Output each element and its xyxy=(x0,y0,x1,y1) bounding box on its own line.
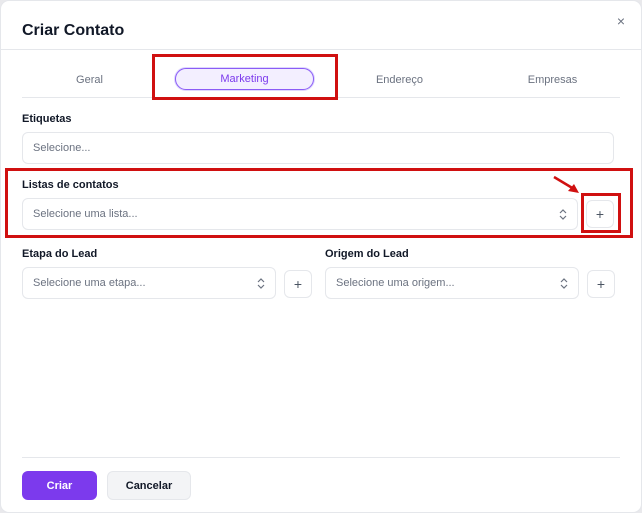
chevron-up-down-icon xyxy=(257,277,265,290)
plus-icon: + xyxy=(596,276,606,292)
listas-select[interactable]: Selecione uma lista... xyxy=(22,198,578,230)
add-list-button[interactable]: + xyxy=(586,200,614,228)
origem-placeholder: Selecione uma origem... xyxy=(336,277,455,289)
annotation-arrow-icon xyxy=(553,175,579,193)
tab-marketing[interactable]: Marketing xyxy=(175,68,314,90)
chevron-up-down-icon xyxy=(560,277,568,290)
create-button[interactable]: Criar xyxy=(22,471,97,500)
create-contact-dialog: × Criar Contato Geral Marketing Endereço… xyxy=(1,1,641,512)
listas-label: Listas de contatos xyxy=(22,179,119,191)
etapa-placeholder: Selecione uma etapa... xyxy=(33,277,146,289)
etiquetas-label: Etiquetas xyxy=(22,113,72,125)
listas-placeholder: Selecione uma lista... xyxy=(33,208,138,220)
add-origem-button[interactable]: + xyxy=(587,270,615,298)
plus-icon: + xyxy=(293,276,303,292)
tab-empresas[interactable]: Empresas xyxy=(485,69,620,91)
etiquetas-select[interactable]: Selecione... xyxy=(22,132,614,164)
origem-select[interactable]: Selecione uma origem... xyxy=(325,267,579,299)
cancel-button[interactable]: Cancelar xyxy=(107,471,191,500)
tab-endereco[interactable]: Endereço xyxy=(332,69,467,91)
close-icon[interactable]: × xyxy=(613,13,629,29)
tab-geral[interactable]: Geral xyxy=(22,69,157,91)
footer-divider xyxy=(22,457,620,458)
tab-bar: Geral Marketing Endereço Empresas xyxy=(22,61,620,97)
add-etapa-button[interactable]: + xyxy=(284,270,312,298)
tabs-divider xyxy=(22,97,620,98)
origem-label: Origem do Lead xyxy=(325,248,409,260)
dialog-title: Criar Contato xyxy=(22,22,125,39)
etapa-select[interactable]: Selecione uma etapa... xyxy=(22,267,276,299)
etapa-label: Etapa do Lead xyxy=(22,248,98,260)
plus-icon: + xyxy=(595,206,605,222)
chevron-up-down-icon xyxy=(559,208,567,221)
etiquetas-placeholder: Selecione... xyxy=(33,142,91,154)
header-divider xyxy=(1,49,641,50)
